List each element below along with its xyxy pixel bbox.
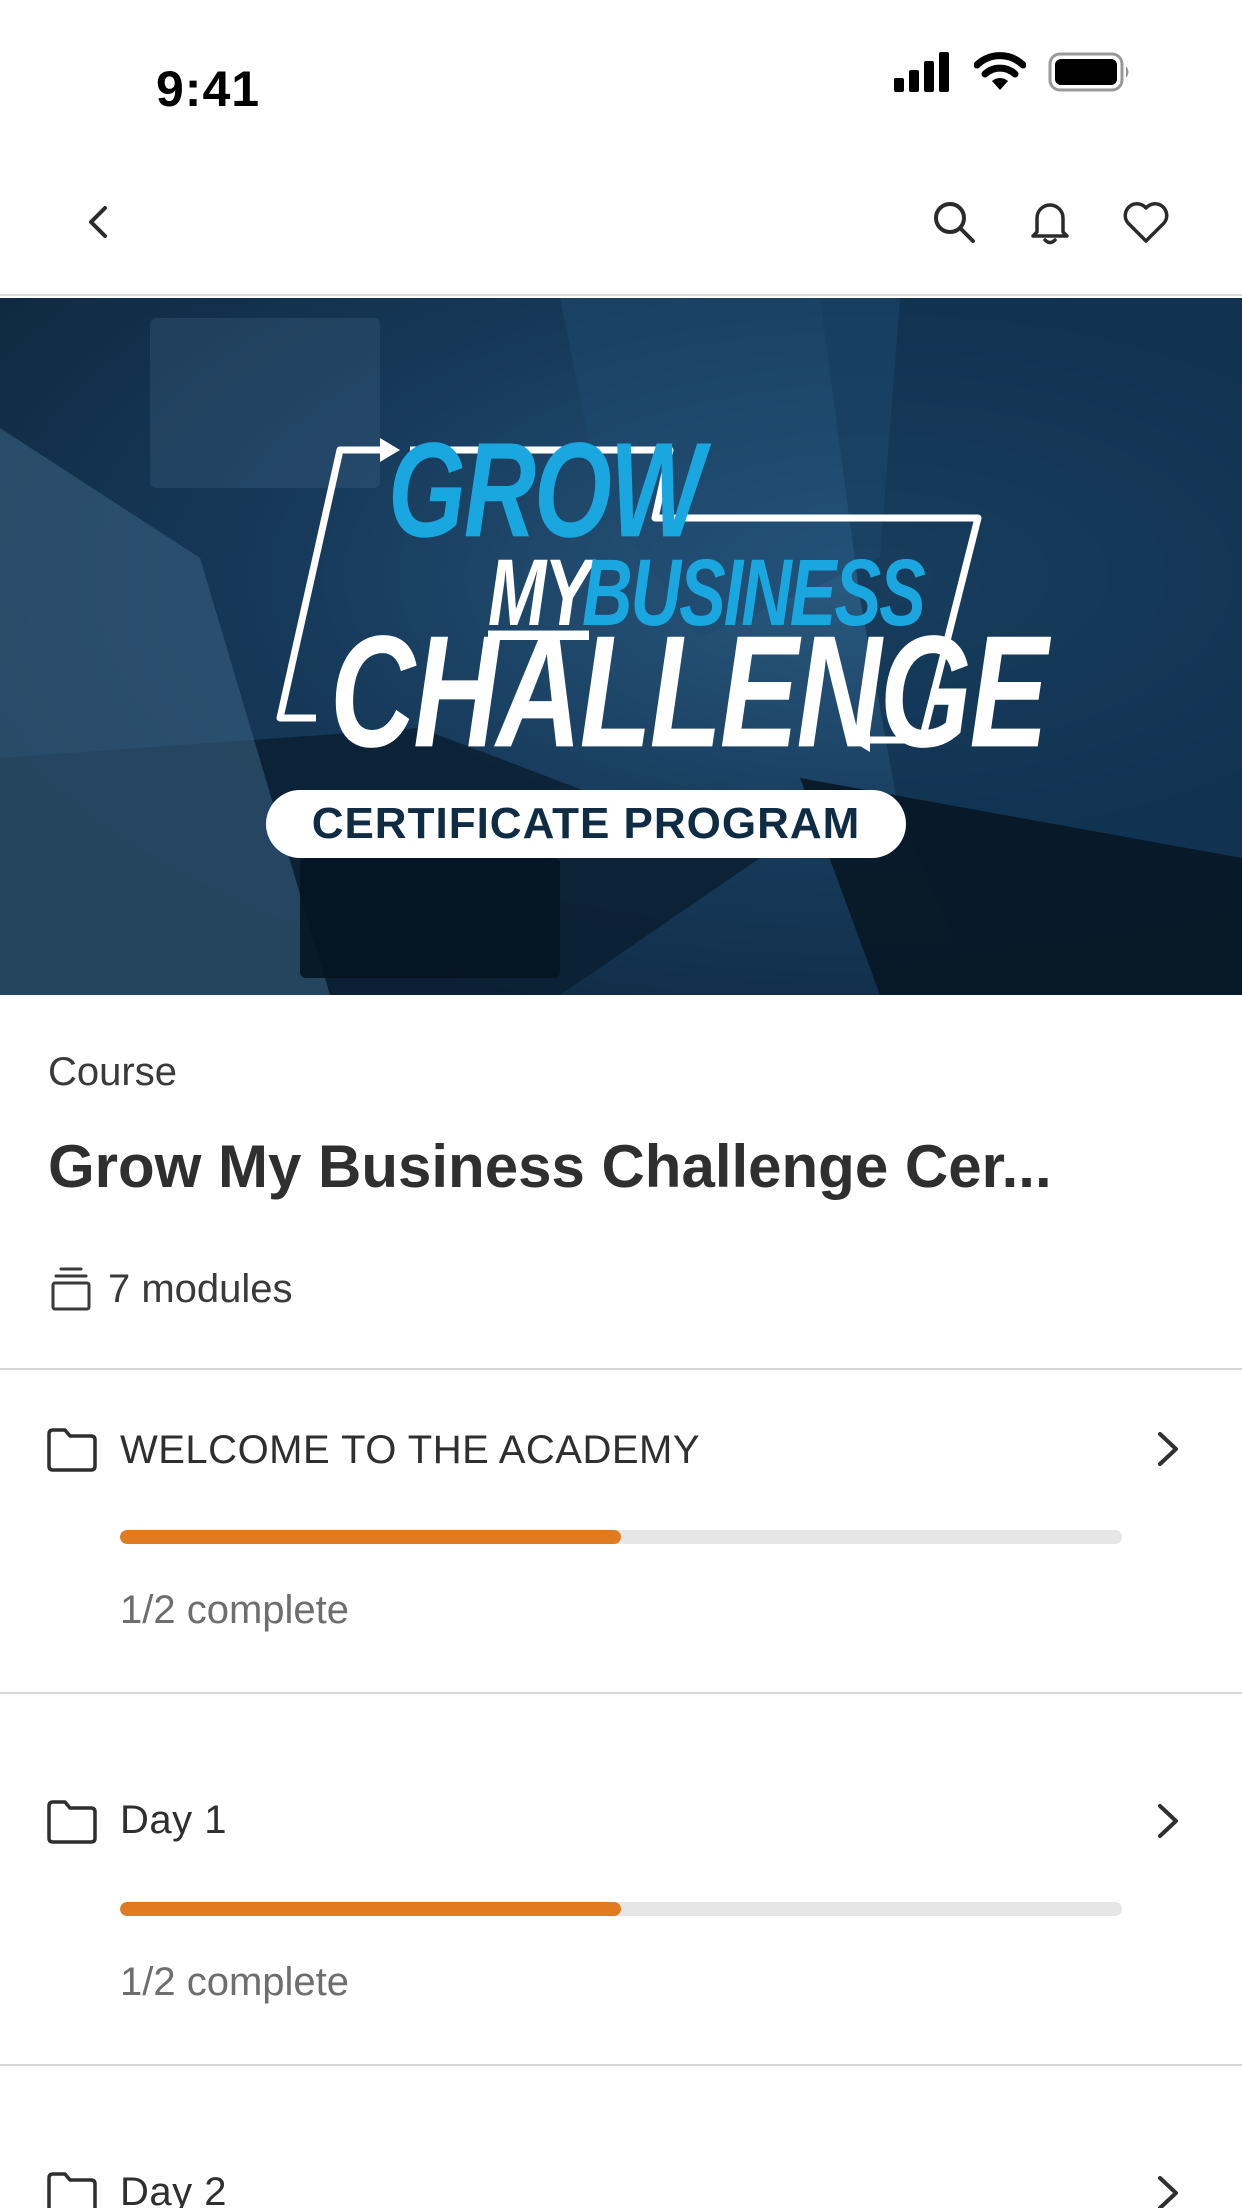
module-title: Day 2	[120, 2170, 227, 2208]
logo-text-grow: GROW	[388, 414, 704, 567]
chevron-right-icon	[1158, 1432, 1178, 1466]
modules-stack-icon	[51, 1267, 91, 1311]
module-title: Day 1	[120, 1798, 227, 1842]
status-icons	[894, 52, 1132, 92]
wifi-icon	[974, 52, 1026, 90]
course-logo: GROW MY BUSINESS CHALLENGE CERTIFICATE P…	[260, 414, 1048, 858]
folder-icon	[47, 2172, 97, 2208]
chevron-right-icon	[1158, 2176, 1178, 2208]
course-cover-image: GROW MY BUSINESS CHALLENGE CERTIFICATE P…	[0, 298, 1242, 995]
module-title: WELCOME TO THE ACADEMY	[120, 1428, 701, 1472]
logo-certificate-pill: CERTIFICATE PROGRAM	[266, 790, 906, 858]
logo-text-challenge: CHALLENGE	[330, 603, 1048, 782]
module-item-day-1[interactable]: Day 1 1/2 complete	[0, 1694, 1242, 2064]
folder-icon	[47, 1428, 97, 1472]
heart-icon	[1123, 202, 1169, 243]
module-item-welcome[interactable]: WELCOME TO THE ACADEMY 1/2 complete	[0, 1370, 1242, 1692]
module-progress-text: 1/2 complete	[120, 1960, 350, 2004]
module-progress-fill	[120, 1902, 621, 1916]
battery-icon	[1048, 52, 1129, 92]
module-progress-text: 1/2 complete	[120, 1588, 350, 1632]
search-button[interactable]	[928, 196, 980, 248]
module-progress-bar	[120, 1902, 1122, 1916]
modules-count-text: 7 modules	[108, 1266, 293, 1311]
course-title: Grow My Business Challenge Cer...	[48, 1133, 1052, 1200]
notifications-button[interactable]	[1024, 196, 1076, 248]
content-type-label: Course	[48, 1050, 177, 1094]
chevron-left-icon	[89, 206, 107, 238]
search-icon	[934, 202, 975, 243]
cellular-signal-icon	[894, 52, 949, 92]
modules-count: 7 modules	[48, 1266, 293, 1312]
folder-icon	[47, 1800, 97, 1844]
favorite-button[interactable]	[1120, 196, 1172, 248]
bell-icon	[1031, 203, 1069, 245]
status-bar: 9:41	[0, 0, 1242, 150]
chevron-right-icon	[1158, 1804, 1178, 1838]
module-progress-bar	[120, 1530, 1122, 1544]
module-item-day-2[interactable]: Day 2	[0, 2066, 1242, 2208]
status-time: 9:41	[156, 61, 261, 117]
back-button[interactable]	[72, 196, 124, 248]
nav-bar	[0, 150, 1242, 296]
module-progress-fill	[120, 1530, 621, 1544]
